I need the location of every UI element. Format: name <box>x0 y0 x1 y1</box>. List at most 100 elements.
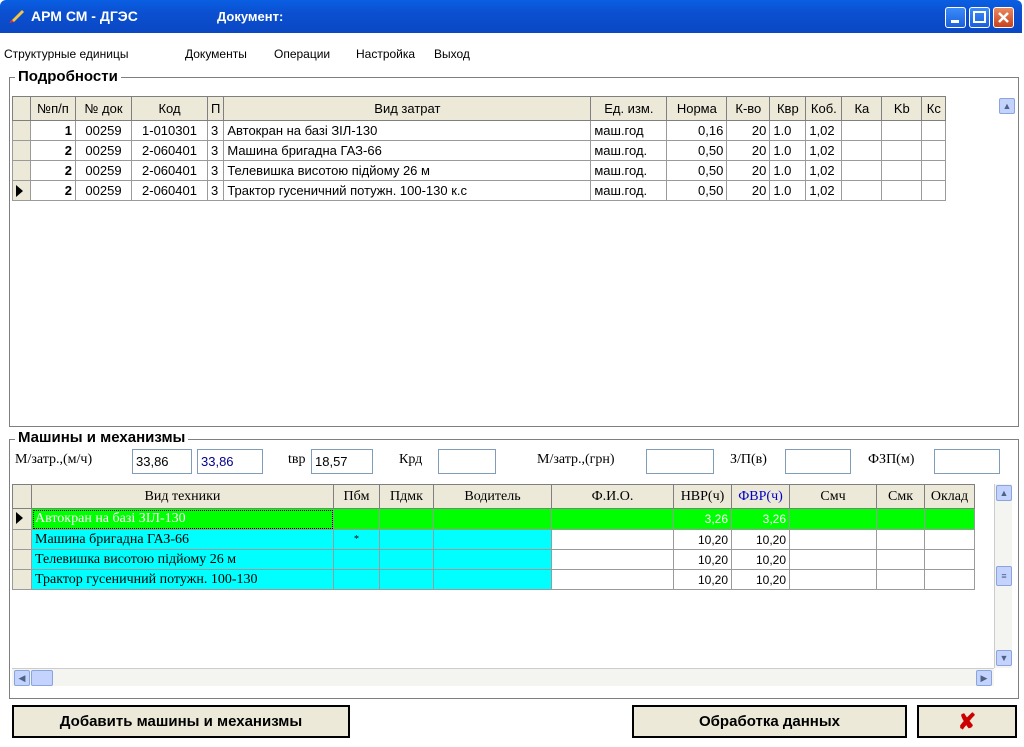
machines-horizontal-scrollbar[interactable]: ◀ ▶ <box>12 668 994 686</box>
cell[interactable] <box>433 529 552 550</box>
menu-item-operations[interactable]: Операции <box>274 47 330 61</box>
process-data-button[interactable]: Обработка данных <box>632 705 907 738</box>
cell[interactable] <box>924 549 975 570</box>
col-header-ka[interactable]: Ка <box>841 96 883 121</box>
cell[interactable]: * <box>333 529 380 550</box>
mzatr-field-2[interactable]: 33,86 <box>197 449 263 474</box>
cell[interactable]: 3 <box>206 160 225 181</box>
col-header-doc-num[interactable]: № док <box>75 96 132 121</box>
cell[interactable]: 0,50 <box>666 160 728 181</box>
cell[interactable] <box>551 569 674 590</box>
cell[interactable] <box>921 120 947 141</box>
cell[interactable] <box>789 529 877 550</box>
table-row[interactable]: Машина бригадна ГАЗ-66 * 10,20 10,20 <box>12 529 975 550</box>
cell[interactable]: 1,02 <box>805 160 843 181</box>
col-header-fio[interactable]: Ф.И.О. <box>551 484 674 509</box>
cell[interactable]: 10,20 <box>673 529 732 550</box>
cell[interactable]: 2-060401 <box>131 160 208 181</box>
cell[interactable] <box>876 529 925 550</box>
cell[interactable]: 1,02 <box>805 140 843 161</box>
col-header-kc[interactable]: Кс <box>921 96 947 121</box>
col-header-smch[interactable]: Смч <box>789 484 877 509</box>
cell[interactable] <box>551 549 674 570</box>
cell[interactable]: 3 <box>206 180 225 201</box>
row-selector[interactable] <box>12 160 31 181</box>
scroll-up-button[interactable]: ▲ <box>996 485 1012 501</box>
cell[interactable]: Машина бригадна ГАЗ-66 <box>223 140 592 161</box>
cell[interactable]: 0,50 <box>666 140 728 161</box>
row-selector[interactable] <box>12 120 31 141</box>
cell[interactable]: 20 <box>726 160 771 181</box>
cell[interactable] <box>876 549 925 570</box>
details-scroll-up-button[interactable]: ▲ <box>999 98 1015 114</box>
cell[interactable]: 00259 <box>75 120 132 141</box>
cell[interactable] <box>924 508 975 530</box>
cell[interactable]: 10,20 <box>731 549 790 570</box>
col-header-unit[interactable]: Ед. изм. <box>590 96 668 121</box>
row-selector-current[interactable] <box>12 508 32 530</box>
cell[interactable] <box>841 120 883 141</box>
cell[interactable]: Машина бригадна ГАЗ-66 <box>31 529 334 550</box>
table-row[interactable]: 2 00259 2-060401 3 Трактор гусеничний по… <box>12 180 947 201</box>
cell[interactable]: 20 <box>726 120 771 141</box>
cell[interactable]: 3 <box>206 120 225 141</box>
cell[interactable]: 1,02 <box>805 120 843 141</box>
cell[interactable]: 0,50 <box>666 180 728 201</box>
cell[interactable]: 1,02 <box>805 180 843 201</box>
col-header-kb[interactable]: Kb <box>881 96 923 121</box>
cell[interactable]: Трактор гусеничний потужн. 100-130 <box>31 569 334 590</box>
scroll-h-thumb[interactable] <box>31 670 53 686</box>
cell[interactable] <box>789 569 877 590</box>
cell[interactable]: 1.0 <box>769 140 807 161</box>
menu-item-structural-units[interactable]: Структурные единицы <box>4 47 128 61</box>
scroll-left-button[interactable]: ◀ <box>14 670 30 686</box>
mzatr-grn-field[interactable] <box>646 449 714 474</box>
col-header-num[interactable]: №п/п <box>30 96 76 121</box>
cell[interactable] <box>333 569 380 590</box>
cell[interactable]: 10,20 <box>673 549 732 570</box>
cell[interactable]: 3 <box>206 140 225 161</box>
zp-field[interactable] <box>785 449 851 474</box>
cell[interactable]: 1.0 <box>769 160 807 181</box>
col-header-salary[interactable]: Оклад <box>924 484 975 509</box>
cell[interactable] <box>379 549 434 570</box>
close-window-button[interactable] <box>993 7 1014 28</box>
cell[interactable] <box>379 529 434 550</box>
machines-vertical-scrollbar[interactable]: ▲ ≡ ▼ <box>994 484 1012 668</box>
cell[interactable] <box>881 160 923 181</box>
cell[interactable]: 20 <box>726 180 771 201</box>
krd-field[interactable] <box>438 449 496 474</box>
cell[interactable] <box>551 508 674 530</box>
cell[interactable]: 1.0 <box>769 120 807 141</box>
row-selector[interactable] <box>12 549 32 570</box>
cell[interactable]: маш.год. <box>590 160 668 181</box>
cell[interactable] <box>876 508 925 530</box>
col-header-cost-type[interactable]: Вид затрат <box>223 96 592 121</box>
cell[interactable]: 10,20 <box>731 529 790 550</box>
row-selector[interactable] <box>12 529 32 550</box>
cell[interactable] <box>379 508 434 530</box>
cell[interactable]: 2 <box>30 160 76 181</box>
col-header-driver[interactable]: Водитель <box>433 484 552 509</box>
cancel-button[interactable]: ✘ <box>917 705 1017 738</box>
cell[interactable] <box>881 120 923 141</box>
tvr-field[interactable]: 18,57 <box>311 449 373 474</box>
cell[interactable]: Телевишка висотою підйому 26 м <box>223 160 592 181</box>
cell[interactable] <box>433 549 552 570</box>
cell[interactable] <box>924 569 975 590</box>
cell[interactable] <box>876 569 925 590</box>
col-header-code[interactable]: Код <box>131 96 208 121</box>
table-row[interactable]: 1 00259 1-010301 3 Автокран на базі ЗІЛ-… <box>12 120 947 141</box>
cell[interactable] <box>551 529 674 550</box>
maximize-button[interactable] <box>969 7 990 28</box>
col-header-pbm[interactable]: Пбм <box>333 484 380 509</box>
cell[interactable] <box>841 180 883 201</box>
cell[interactable]: 2-060401 <box>131 180 208 201</box>
cell[interactable]: 10,20 <box>731 569 790 590</box>
cell[interactable]: Телевишка висотою підйому 26 м <box>31 549 334 570</box>
row-selector[interactable] <box>12 140 31 161</box>
add-machines-button[interactable]: Добавить машины и механизмы <box>12 705 350 738</box>
cell[interactable]: 3,26 <box>673 508 732 530</box>
cell[interactable] <box>924 529 975 550</box>
cell[interactable]: 00259 <box>75 140 132 161</box>
